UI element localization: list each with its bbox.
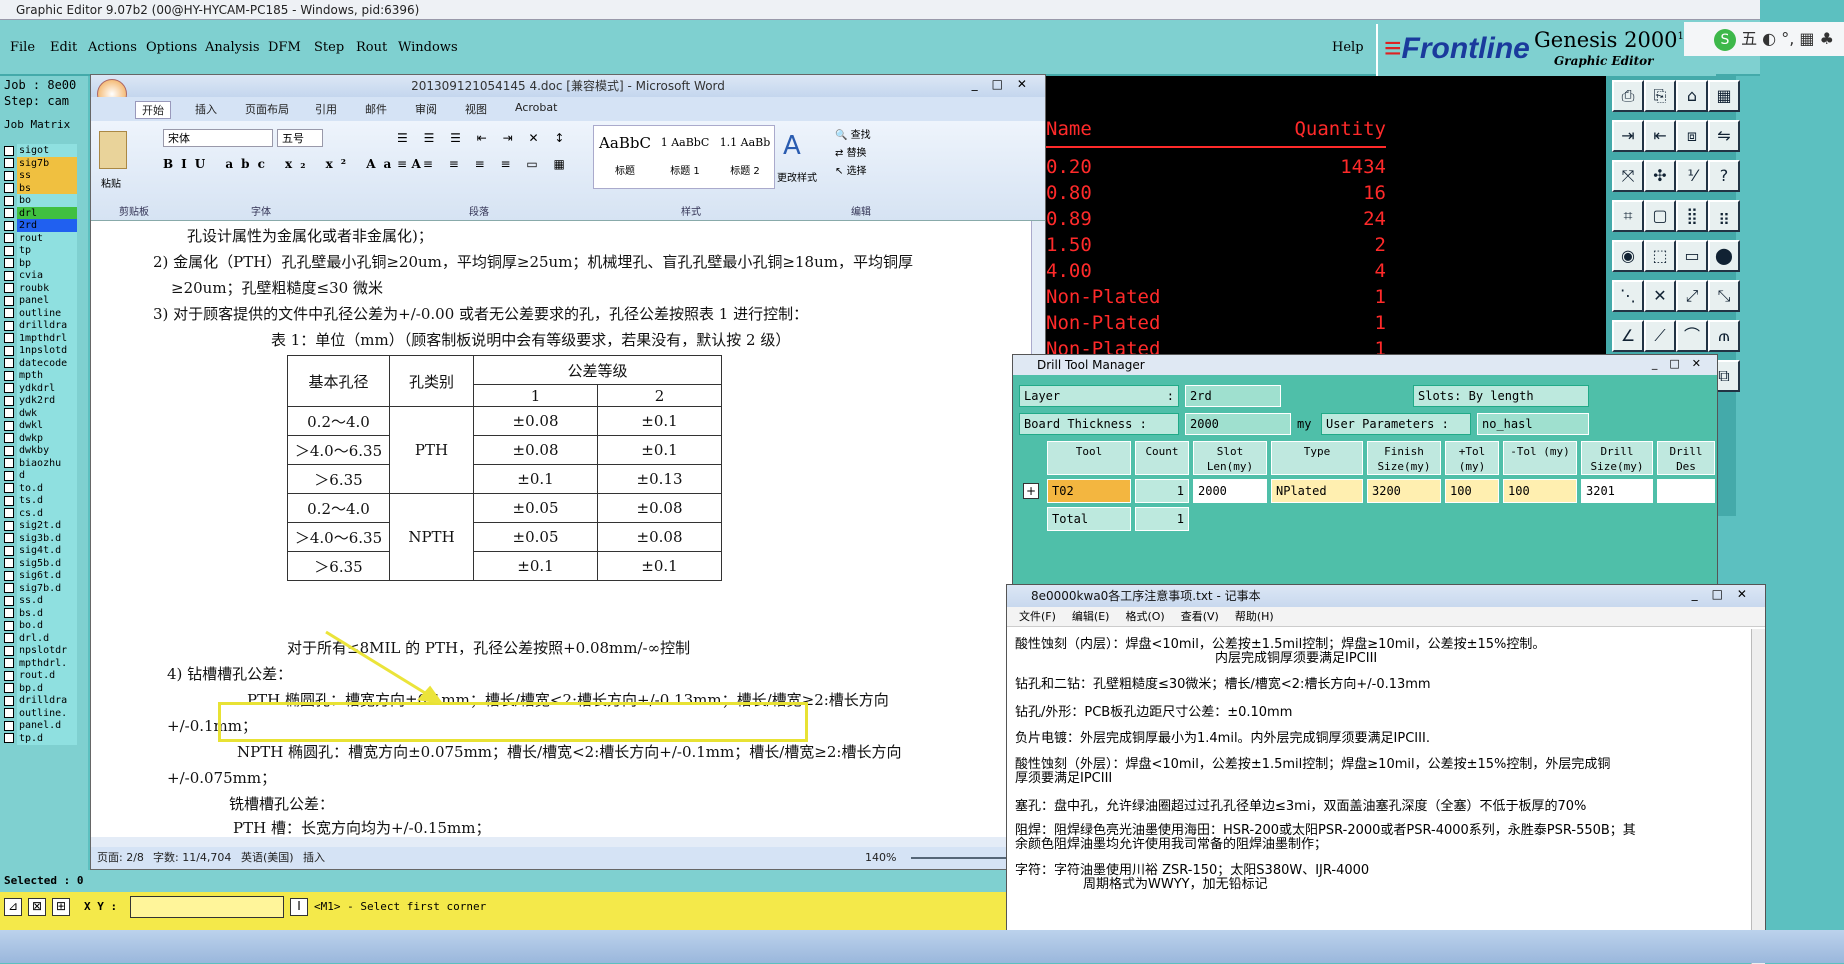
layer-field[interactable]: 2rd <box>1185 385 1281 407</box>
snap-icon[interactable]: ⊿ <box>4 898 22 916</box>
dtm-col-header: -Tol (my) <box>1503 441 1577 475</box>
slots-select[interactable]: Slots: By length <box>1413 385 1589 407</box>
dtm-title-bar: Drill Tool Manager <box>1013 355 1717 375</box>
notepad-scrollbar[interactable] <box>1751 629 1765 964</box>
dtm-cell-ptol[interactable]: 100 <box>1445 479 1499 503</box>
total-label: Total <box>1047 507 1131 531</box>
dtm-col-header: Drill Des <box>1657 441 1715 475</box>
grid-icon[interactable]: ⊞ <box>52 898 70 916</box>
dtm-col-header: Type <box>1271 441 1363 475</box>
dtm-col-header: Tool <box>1047 441 1131 475</box>
notepad-title-bar: 8e0000kwa0各工序注意事项.txt - 记事本 <box>1007 585 1765 607</box>
notepad-line: 钻孔/外形：PCB板孔边距尺寸公差：±0.10mm <box>1015 705 1293 720</box>
dtm-col-header: Drill Size(my) <box>1581 441 1653 475</box>
xy-label: X Y : <box>84 900 118 913</box>
notepad-line: 钻孔和二钻：孔壁粗糙度≤30微米；槽长/槽宽<2:槽长方向+/-0.13mm <box>1015 677 1431 692</box>
dtm-col-header: Count <box>1135 441 1189 475</box>
notepad-menu-item[interactable]: 查看(V) <box>1181 610 1219 623</box>
dtm-cell-type[interactable]: NPlated <box>1271 479 1363 503</box>
windows-taskbar <box>0 930 1844 963</box>
xy-input[interactable] <box>130 896 284 918</box>
notepad-line: 内层完成铜厚须要满足IPCIII <box>1215 651 1378 666</box>
expand-row-icon[interactable]: + <box>1023 483 1039 499</box>
dtm-col-header: Slot Len(my) <box>1193 441 1267 475</box>
genesis-status-area: Selected : 0 ⊿ ⊠ ⊞ X Y : I <M1> - Select… <box>0 870 1006 930</box>
dtm-cell-slot-len[interactable]: 2000 <box>1193 479 1267 503</box>
notepad-line: 周期格式为WWYY，加无铅标记 <box>1083 877 1268 892</box>
arrow-1 <box>325 630 431 698</box>
measure-icon[interactable]: ⊠ <box>28 898 46 916</box>
status-prompt: <M1> - Select first corner <box>314 900 487 913</box>
dtm-cell-ntol[interactable]: 100 <box>1503 479 1577 503</box>
notepad-line: 塞孔：盘中孔，允许绿油圈超过过孔孔径单边≤3mi，双面盖油塞孔深度（全塞）不低于… <box>1015 799 1587 814</box>
notepad-window: 8e0000kwa0各工序注意事项.txt - 记事本 _□✕ 文件(F) 编辑(… <box>1006 584 1766 964</box>
dtm-cell-finish[interactable]: 3200 <box>1367 479 1441 503</box>
total-count: 1 <box>1135 507 1189 531</box>
user-parameters-field[interactable]: no_hasl <box>1477 413 1589 435</box>
cursor-icon[interactable]: I <box>290 898 308 916</box>
notepad-menu-item[interactable]: 编辑(E) <box>1072 610 1110 623</box>
notepad-menu-item[interactable]: 格式(O) <box>1125 610 1164 623</box>
board-thickness-field[interactable]: 2000 <box>1185 413 1291 435</box>
dtm-col-header: Finish Size(my) <box>1367 441 1441 475</box>
layer-label: Layer: <box>1019 385 1179 407</box>
thickness-unit: my <box>1297 417 1312 431</box>
notepad-line: 厚须要满足IPCIII <box>1015 771 1113 786</box>
dtm-cell-tool: T02 <box>1047 479 1131 503</box>
selected-count: Selected : 0 <box>4 874 84 887</box>
notepad-menu-item[interactable]: 文件(F) <box>1019 610 1056 623</box>
notepad-menu: 文件(F) 编辑(E) 格式(O) 查看(V) 帮助(H) <box>1007 607 1765 627</box>
drill-tool-manager: Drill Tool Manager _□✕ Layer: 2rd Slots:… <box>1012 354 1718 586</box>
notepad-window-controls[interactable]: _□✕ <box>1692 587 1761 601</box>
dtm-cell-count: 1 <box>1135 479 1189 503</box>
notepad-line: 负片电镀：外层完成铜厚最小为1.4mil。内外层完成铜厚须要满足IPCIII. <box>1015 731 1430 746</box>
board-thickness-label: Board Thickness : <box>1019 413 1179 435</box>
dtm-window-controls[interactable]: _□✕ <box>1652 357 1713 370</box>
dtm-col-header: +Tol (my) <box>1445 441 1499 475</box>
notepad-menu-item[interactable]: 帮助(H) <box>1235 610 1274 623</box>
user-parameters-label: User Parameters : <box>1321 413 1471 435</box>
dtm-cell-drill-des[interactable] <box>1657 479 1715 503</box>
dtm-cell-drill-size[interactable]: 3201 <box>1581 479 1653 503</box>
notepad-line: 余颜色阻焊油墨均允许使用我司常备的阻焊油墨制作； <box>1015 837 1328 852</box>
